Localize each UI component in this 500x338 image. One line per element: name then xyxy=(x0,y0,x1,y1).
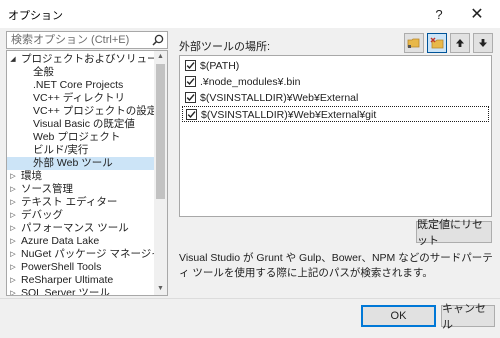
window-title: オプション xyxy=(8,10,63,22)
scroll-down-icon[interactable]: ▼ xyxy=(154,283,167,295)
tool-paths-list: $(PATH) .¥node_modules¥.bin $(VSINSTALLDIR… xyxy=(179,55,492,217)
collapsed-arrow-icon[interactable]: ▷ xyxy=(9,222,17,235)
tree-item[interactable]: ▷ NuGet パッケージ マネージャー xyxy=(7,248,167,261)
folder-remove-icon xyxy=(430,37,444,49)
tree-item-label: 外部 Web ツール xyxy=(33,157,113,169)
tree-item-label: PowerShell Tools xyxy=(21,261,102,273)
help-button[interactable]: ? xyxy=(424,2,454,26)
tree-item-label: VC++ ディレクトリ xyxy=(33,92,126,104)
tree-item[interactable]: VC++ ディレクトリ xyxy=(7,92,155,105)
tree-item[interactable]: ビルド/実行 xyxy=(7,144,155,157)
reset-defaults-button[interactable]: 既定値にリセット xyxy=(416,219,492,247)
tree-item[interactable]: ▷ パフォーマンス ツール xyxy=(7,222,155,235)
path-label: .¥node_modules¥.bin xyxy=(200,76,301,88)
tree-item[interactable]: ▷ ReSharper Ultimate xyxy=(7,274,155,287)
paths-description: Visual Studio が Grunt や Gulp、Bower、NPM な… xyxy=(179,252,493,279)
tree-item[interactable]: 全般 xyxy=(7,66,155,79)
path-row[interactable]: .¥node_modules¥.bin xyxy=(182,74,489,90)
tree-item-label: ビルド/実行 xyxy=(33,144,89,156)
tree-item[interactable]: ▷ ソース管理 xyxy=(7,183,155,196)
arrow-down-icon xyxy=(479,39,487,47)
tree-item[interactable]: .NET Core Projects xyxy=(7,79,155,92)
folder-add-icon xyxy=(407,38,420,48)
tree-item-label: .NET Core Projects xyxy=(33,79,124,91)
title-bar: オプション ? ✕ xyxy=(0,0,500,28)
path-label: $(VSINSTALLDIR)¥Web¥External xyxy=(200,92,359,104)
cancel-button[interactable]: キャンセル xyxy=(441,303,495,331)
tree-item[interactable]: ▷ 環境 xyxy=(7,170,155,183)
tree-item-label: Web プロジェクト xyxy=(33,131,121,143)
tree-item[interactable]: 外部 Web ツール xyxy=(7,157,155,170)
collapsed-arrow-icon[interactable]: ▷ xyxy=(9,183,17,196)
collapsed-arrow-icon[interactable]: ▷ xyxy=(9,196,17,209)
scroll-thumb[interactable] xyxy=(156,64,165,199)
ok-button[interactable]: OK xyxy=(361,305,436,327)
tree-item[interactable]: ▷ デバッグ xyxy=(7,209,155,222)
collapsed-arrow-icon[interactable]: ▷ xyxy=(9,170,17,183)
path-checkbox[interactable] xyxy=(185,92,196,103)
add-folder-button[interactable] xyxy=(404,33,424,53)
tree-item-label: VC++ プロジェクトの設定 xyxy=(33,105,158,117)
path-row[interactable]: $(PATH) xyxy=(182,58,489,74)
search-icon[interactable] xyxy=(152,34,164,46)
tree-item-label: デバッグ xyxy=(21,209,63,221)
path-row[interactable]: $(VSINSTALLDIR)¥Web¥External xyxy=(182,90,489,106)
arrow-up-icon xyxy=(456,39,464,47)
tree-item-label: 全般 xyxy=(33,66,54,78)
search-input[interactable] xyxy=(7,32,151,48)
tree-item-label: 環境 xyxy=(21,170,42,182)
tree-item-label: ソース管理 xyxy=(21,183,73,195)
footer-divider xyxy=(0,298,500,299)
collapsed-arrow-icon[interactable]: ▷ xyxy=(9,209,17,222)
path-row[interactable]: $(VSINSTALLDIR)¥Web¥External¥git xyxy=(182,106,489,122)
tree-item-label: プロジェクトおよびソリューション xyxy=(21,53,167,65)
move-down-button[interactable] xyxy=(473,33,493,53)
tree-item-label: パフォーマンス ツール xyxy=(21,222,129,234)
tree-item[interactable]: ▷ PowerShell Tools xyxy=(7,261,155,274)
path-label: $(VSINSTALLDIR)¥Web¥External¥git xyxy=(201,109,377,121)
tree-item-label: Azure Data Lake xyxy=(21,235,100,247)
tree-item[interactable]: Web プロジェクト xyxy=(7,131,155,144)
search-box xyxy=(6,31,168,49)
tree-item[interactable]: ▷ テキスト エディター xyxy=(7,196,155,209)
options-tree: ◢プロジェクトおよびソリューション全般.NET Core ProjectsVC+… xyxy=(6,50,168,296)
path-checkbox[interactable] xyxy=(185,60,196,71)
path-label: $(PATH) xyxy=(200,60,240,72)
collapsed-arrow-icon[interactable]: ▷ xyxy=(9,248,17,261)
remove-folder-button[interactable] xyxy=(427,33,447,53)
tree-item-label: ReSharper Ultimate xyxy=(21,274,114,286)
close-button[interactable]: ✕ xyxy=(462,2,492,26)
tree-item-label: NuGet パッケージ マネージャー xyxy=(21,248,168,260)
path-checkbox[interactable] xyxy=(185,76,196,87)
tree-item-label: SQL Server ツール xyxy=(21,287,110,296)
tree-item[interactable]: VC++ プロジェクトの設定 xyxy=(7,105,158,118)
expanded-arrow-icon[interactable]: ◢ xyxy=(9,53,17,66)
collapsed-arrow-icon[interactable]: ▷ xyxy=(9,287,17,295)
move-up-button[interactable] xyxy=(450,33,470,53)
tree-item-label: Visual Basic の既定値 xyxy=(33,118,135,130)
external-tools-label: 外部ツールの場所: xyxy=(179,41,271,53)
tree-item[interactable]: ▷ SQL Server ツール xyxy=(7,287,155,296)
collapsed-arrow-icon[interactable]: ▷ xyxy=(9,274,17,287)
collapsed-arrow-icon[interactable]: ▷ xyxy=(9,235,17,248)
tree-scrollbar[interactable]: ▲ ▼ xyxy=(154,51,167,295)
scroll-up-icon[interactable]: ▲ xyxy=(154,51,167,63)
tree-item[interactable]: ▷ Azure Data Lake xyxy=(7,235,155,248)
tree-item-label: テキスト エディター xyxy=(21,196,118,208)
collapsed-arrow-icon[interactable]: ▷ xyxy=(9,261,17,274)
tree-item[interactable]: ◢ プロジェクトおよびソリューション xyxy=(7,53,167,66)
path-checkbox[interactable] xyxy=(186,109,197,120)
tree-item[interactable]: Visual Basic の既定値 xyxy=(7,118,155,131)
